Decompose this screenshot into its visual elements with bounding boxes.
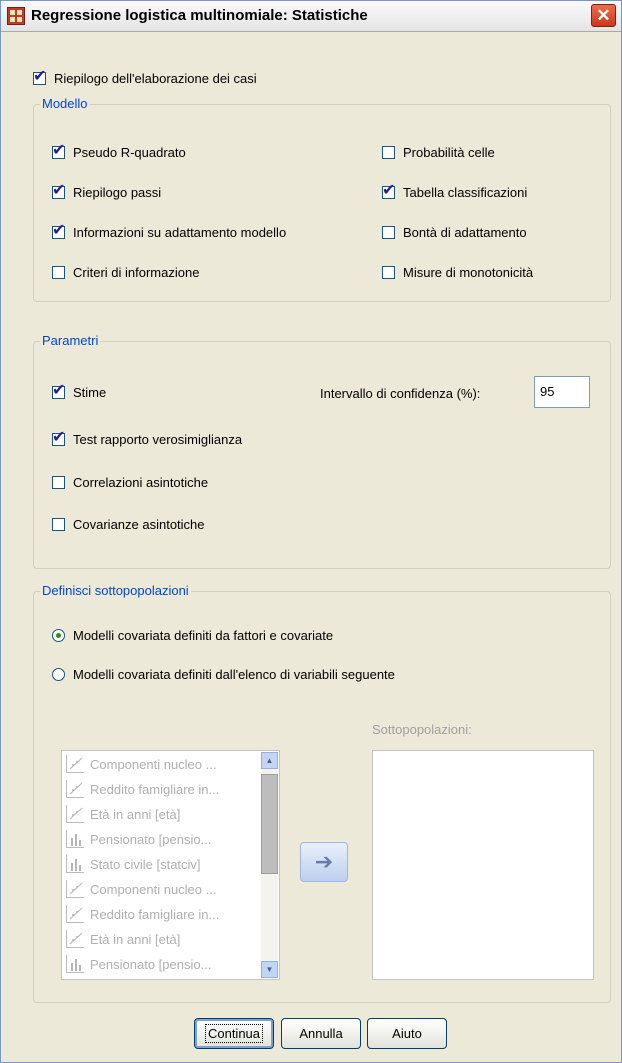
- scale-icon: [66, 880, 84, 898]
- scroll-thumb[interactable]: [261, 774, 278, 874]
- subpopulations-group: Definisci sottopopolazioni Modelli covar…: [33, 583, 611, 1003]
- ordinal-icon: [66, 955, 84, 973]
- variable-list-item[interactable]: Reddito famigliare in...: [66, 903, 256, 925]
- asymptotic-correlations-checkbox[interactable]: Correlazioni asintotiche: [52, 475, 208, 490]
- checkbox-box[interactable]: [382, 146, 395, 159]
- variable-label: Età in anni [età]: [90, 806, 181, 822]
- information-criteria-checkbox[interactable]: Criteri di informazione: [52, 265, 199, 280]
- group-legend: Modello: [40, 96, 90, 111]
- model-fit-info-checkbox[interactable]: Informazioni su adattamento modello: [52, 220, 287, 240]
- variable-list-item[interactable]: Reddito famigliare in...: [66, 778, 256, 800]
- checkbox-label: Tabella classificazioni: [403, 185, 528, 200]
- variable-label: Età in anni [età]: [90, 931, 181, 947]
- variable-label: Reddito famigliare in...: [90, 906, 220, 922]
- checkbox-label: Criteri di informazione: [73, 265, 200, 280]
- cancel-button[interactable]: Annulla: [281, 1018, 361, 1049]
- subpopulations-target-label: Sottopopolazioni:: [372, 722, 472, 737]
- checkbox-box[interactable]: [382, 266, 395, 279]
- checkbox-label: Correlazioni asintotiche: [73, 475, 209, 490]
- checkbox-box[interactable]: [52, 140, 65, 159]
- checkbox-box[interactable]: [52, 518, 65, 531]
- asymptotic-covariances-checkbox[interactable]: Covarianze asintotiche: [52, 517, 205, 532]
- scale-icon: [66, 805, 84, 823]
- variable-list-radio[interactable]: Modelli covariata definiti dall'elenco d…: [52, 667, 395, 682]
- checkbox-label: Test rapporto verosimiglianza: [73, 432, 243, 447]
- parameters-group: Parametri Stime Test rapporto verosimigl…: [33, 333, 611, 569]
- ordinal-icon: [66, 855, 84, 873]
- title-bar[interactable]: Regressione logistica multinomiale: Stat…: [1, 1, 621, 32]
- variable-list-item[interactable]: Età in anni [età]: [66, 928, 256, 950]
- variable-label: Reddito famigliare in...: [90, 781, 220, 797]
- goodness-of-fit-checkbox[interactable]: Bontà di adattamento: [382, 225, 527, 240]
- radio-label: Modelli covariata definiti da fattori e …: [73, 628, 334, 643]
- ordinal-icon: [66, 830, 84, 848]
- spss-table-icon: [7, 7, 25, 25]
- variable-list-item[interactable]: Componenti nucleo ...: [66, 753, 256, 775]
- step-summary-checkbox[interactable]: Riepilogo passi: [52, 180, 162, 200]
- checkbox-label: Pseudo R-quadrato: [73, 145, 186, 160]
- scale-icon: [66, 755, 84, 773]
- estimates-checkbox[interactable]: Stime: [52, 380, 107, 400]
- checkbox-box[interactable]: [52, 476, 65, 489]
- confidence-interval-input[interactable]: 95: [534, 376, 590, 408]
- help-button[interactable]: Aiuto: [367, 1018, 447, 1049]
- checkbox-box[interactable]: [52, 220, 65, 239]
- model-group: Modello Pseudo R-quadrato Riepilogo pass…: [33, 96, 611, 302]
- dialog-window: Regressione logistica multinomiale: Stat…: [0, 0, 622, 1063]
- continue-label: Continua: [204, 1024, 264, 1043]
- radio-label: Modelli covariata definiti dall'elenco d…: [73, 667, 395, 682]
- scale-icon: [66, 905, 84, 923]
- likelihood-ratio-test-checkbox[interactable]: Test rapporto verosimiglianza: [52, 427, 243, 447]
- checkbox-box[interactable]: [382, 180, 395, 199]
- source-variable-list[interactable]: Componenti nucleo ... Reddito famigliare …: [61, 750, 280, 980]
- checkbox-label: Stime: [73, 385, 107, 400]
- variable-list-item[interactable]: Età in anni [età]: [66, 803, 256, 825]
- scale-icon: [66, 780, 84, 798]
- variable-list-item[interactable]: Pensionato [pensio...: [66, 953, 256, 975]
- monotonicity-checkbox[interactable]: Misure di monotonicità: [382, 265, 533, 280]
- scroll-up-button[interactable]: ▲: [261, 752, 278, 769]
- checkbox-label: Bontà di adattamento: [403, 225, 527, 240]
- radio-circle[interactable]: [52, 668, 65, 681]
- checkbox-label: Probabilità celle: [403, 145, 495, 160]
- checkbox-label: Informazioni su adattamento modello: [73, 225, 287, 240]
- group-legend: Parametri: [40, 333, 101, 348]
- continue-button[interactable]: Continua: [194, 1018, 274, 1049]
- checkbox-box[interactable]: [52, 266, 65, 279]
- classification-table-checkbox[interactable]: Tabella classificazioni: [382, 180, 528, 200]
- variable-label: Componenti nucleo ...: [90, 881, 217, 897]
- scroll-down-button[interactable]: ▼: [261, 961, 278, 978]
- checkbox-label: Covarianze asintotiche: [73, 517, 205, 532]
- variable-list-item[interactable]: Componenti nucleo ...: [66, 878, 256, 900]
- checkbox-box[interactable]: [52, 427, 65, 446]
- scale-icon: [66, 930, 84, 948]
- subpopulations-target-list[interactable]: [372, 750, 594, 980]
- cell-probabilities-checkbox[interactable]: Probabilità celle: [382, 145, 495, 160]
- group-legend: Definisci sottopopolazioni: [40, 583, 191, 598]
- variable-label: Pensionato [pensio...: [90, 831, 212, 847]
- radio-circle[interactable]: [52, 629, 65, 642]
- variable-list-item[interactable]: Pensionato [pensio...: [66, 828, 256, 850]
- list-scrollbar[interactable]: ▲ ▼: [261, 752, 278, 978]
- window-title: Regressione logistica multinomiale: Stat…: [31, 7, 368, 24]
- variable-list-item[interactable]: Stato civile [statciv]: [66, 853, 256, 875]
- checkbox-label: Riepilogo dell'elaborazione dei casi: [54, 71, 257, 86]
- close-button[interactable]: ✕: [591, 4, 616, 27]
- checkbox-label: Misure di monotonicità: [403, 265, 534, 280]
- checkbox-box[interactable]: [52, 180, 65, 199]
- case-summary-checkbox[interactable]: Riepilogo dell'elaborazione dei casi: [33, 66, 257, 86]
- move-right-arrow-button[interactable]: ➔: [300, 842, 348, 882]
- variable-label: Pensionato [pensio...: [90, 956, 212, 972]
- checkbox-box[interactable]: [52, 380, 65, 399]
- confidence-interval-label: Intervallo di confidenza (%):: [320, 386, 481, 401]
- pseudo-r2-checkbox[interactable]: Pseudo R-quadrato: [52, 140, 186, 160]
- variable-label: Componenti nucleo ...: [90, 756, 217, 772]
- checkbox-box[interactable]: [33, 66, 46, 85]
- checkbox-box[interactable]: [382, 226, 395, 239]
- checkbox-label: Riepilogo passi: [73, 185, 162, 200]
- variable-label: Stato civile [statciv]: [90, 856, 201, 872]
- factors-covariates-radio[interactable]: Modelli covariata definiti da fattori e …: [52, 628, 333, 643]
